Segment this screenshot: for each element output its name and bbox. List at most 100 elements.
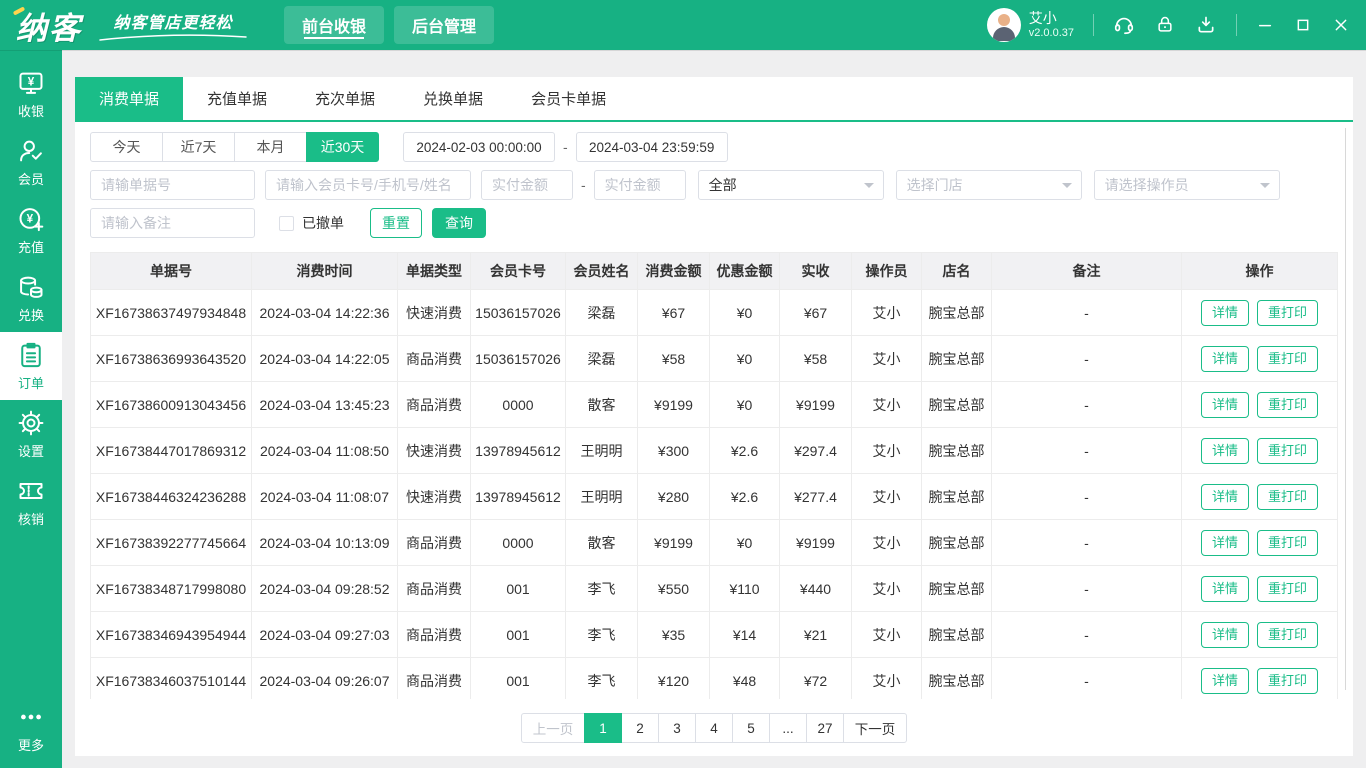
table-row: XF167384470178693122024-03-04 11:08:50快速… [91,428,1338,474]
member-search-input[interactable] [265,170,471,200]
range-今天[interactable]: 今天 [90,132,163,162]
nav-tab-后台管理[interactable]: 后台管理 [394,6,494,44]
table-cell-actions: 详情重打印 [1182,382,1338,428]
page-button-5[interactable]: 5 [732,713,770,743]
remark-input[interactable] [90,208,255,238]
minimize-icon[interactable] [1256,16,1274,34]
table-row: XF167384463242362882024-03-04 11:08:07快速… [91,474,1338,520]
reprint-button[interactable]: 重打印 [1257,346,1318,372]
paid-max-input[interactable] [594,170,686,200]
column-header: 单据类型 [398,253,471,290]
tab-会员卡单据[interactable]: 会员卡单据 [507,77,630,120]
table-cell: ¥21 [780,612,852,658]
sidebar-item-兑换[interactable]: 兑换 [0,264,62,332]
detail-button[interactable]: 详情 [1201,438,1249,464]
nav-tab-前台收银[interactable]: 前台收银 [284,6,384,44]
reprint-button[interactable]: 重打印 [1257,622,1318,648]
table-cell: 艾小 [852,428,922,474]
page-button-1[interactable]: 1 [584,713,622,743]
detail-button[interactable]: 详情 [1201,576,1249,602]
date-to-input[interactable] [576,132,728,162]
sidebar-item-会员[interactable]: 会员 [0,128,62,196]
tab-消费单据[interactable]: 消费单据 [75,77,183,120]
support-icon[interactable] [1113,14,1135,36]
svg-text:¥: ¥ [27,212,34,225]
table-cell-actions: 详情重打印 [1182,474,1338,520]
range-本月[interactable]: 本月 [234,132,307,162]
avatar[interactable] [987,8,1021,42]
table-cell: ¥48 [710,658,780,700]
table-cell: 2024-03-04 11:08:50 [252,428,398,474]
sidebar-item-设置[interactable]: 设置 [0,400,62,468]
page-button-27[interactable]: 27 [806,713,844,743]
logo-text: 纳客 [16,11,82,46]
close-icon[interactable] [1332,16,1350,34]
search-button[interactable]: 查询 [432,208,486,238]
detail-button[interactable]: 详情 [1201,346,1249,372]
table-cell: ¥14 [710,612,780,658]
divider [1093,14,1094,36]
detail-button[interactable]: 详情 [1201,392,1249,418]
cancelled-checkbox[interactable] [279,216,294,231]
orders-table: 单据号消费时间单据类型会员卡号会员姓名消费金额优惠金额实收操作员店名备注操作 X… [90,252,1338,699]
sidebar-item-充值[interactable]: ¥充值 [0,196,62,264]
reprint-button[interactable]: 重打印 [1257,438,1318,464]
detail-button[interactable]: 详情 [1201,300,1249,326]
table-cell: 2024-03-04 09:26:07 [252,658,398,700]
sidebar-item-label: 订单 [18,373,44,392]
store-select[interactable]: 选择门店 [896,170,1082,200]
detail-button[interactable]: 详情 [1201,530,1249,556]
table-cell: ¥0 [710,520,780,566]
table-cell: ¥550 [638,566,710,612]
reprint-button[interactable]: 重打印 [1257,392,1318,418]
table-cell: 腕宝总部 [922,566,992,612]
type-select[interactable]: 全部 [698,170,884,200]
sidebar-item-订单[interactable]: 订单 [0,332,62,400]
page-button-4[interactable]: 4 [695,713,733,743]
table-cell: 腕宝总部 [922,382,992,428]
reprint-button[interactable]: 重打印 [1257,530,1318,556]
reprint-button[interactable]: 重打印 [1257,484,1318,510]
table-cell-actions: 详情重打印 [1182,290,1338,336]
table-cell: ¥67 [638,290,710,336]
bill-no-input[interactable] [90,170,255,200]
next-page-button[interactable]: 下一页 [843,713,907,743]
sidebar-item-more[interactable]: 更多 [0,694,62,762]
table-row: XF167383922777456642024-03-04 10:13:09商品… [91,520,1338,566]
table-cell: ¥0 [710,290,780,336]
table-cell: 2024-03-04 14:22:36 [252,290,398,336]
range-近30天[interactable]: 近30天 [306,132,379,162]
sidebar-item-核销[interactable]: 核销 [0,468,62,536]
sidebar-item-收银[interactable]: ¥收银 [0,60,62,128]
tab-兑换单据[interactable]: 兑换单据 [399,77,507,120]
reprint-button[interactable]: 重打印 [1257,668,1318,694]
reprint-button[interactable]: 重打印 [1257,300,1318,326]
page-button-3[interactable]: 3 [658,713,696,743]
operator-select[interactable]: 请选择操作员 [1094,170,1280,200]
reset-button[interactable]: 重置 [370,208,422,238]
detail-button[interactable]: 详情 [1201,484,1249,510]
table-row: XF167386374979348482024-03-04 14:22:36快速… [91,290,1338,336]
order-icon [17,341,45,369]
tab-充值单据[interactable]: 充值单据 [183,77,291,120]
detail-button[interactable]: 详情 [1201,622,1249,648]
exchange-icon [17,273,45,301]
scrollbar[interactable] [1345,128,1346,690]
download-icon[interactable] [1195,14,1217,36]
nav-tab-label: 后台管理 [412,13,476,37]
maximize-icon[interactable] [1294,16,1312,34]
table-cell: 商品消费 [398,612,471,658]
paid-min-input[interactable] [481,170,573,200]
lock-icon[interactable] [1154,14,1176,36]
page-button-2[interactable]: 2 [621,713,659,743]
table-cell: 腕宝总部 [922,658,992,700]
date-from-input[interactable] [403,132,555,162]
prev-page-button[interactable]: 上一页 [521,713,585,743]
tab-充次单据[interactable]: 充次单据 [291,77,399,120]
range-近7天[interactable]: 近7天 [162,132,235,162]
table-cell-actions: 详情重打印 [1182,336,1338,382]
slogan: 纳客管店更轻松 [98,9,248,42]
reprint-button[interactable]: 重打印 [1257,576,1318,602]
table-cell: 15036157026 [471,290,566,336]
detail-button[interactable]: 详情 [1201,668,1249,694]
